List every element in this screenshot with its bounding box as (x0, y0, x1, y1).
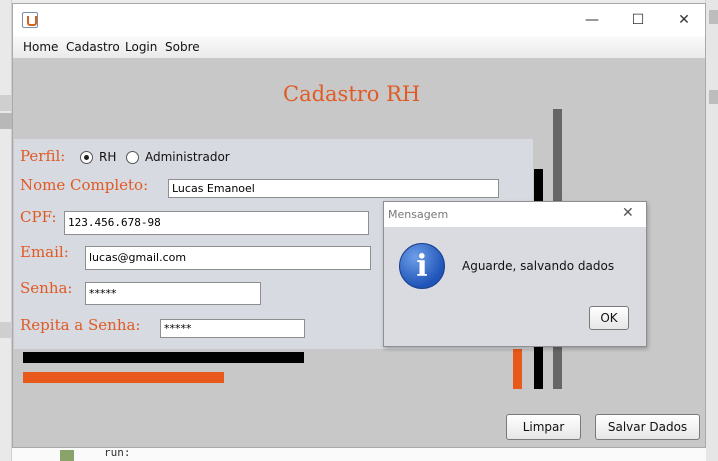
cpf-field[interactable]: 123.456.678-98 (64, 211, 369, 235)
desktop: run: — ☐ ✕ Home Cadastro Login Sobre Cad… (0, 0, 718, 461)
limpar-button[interactable]: Limpar (506, 414, 581, 440)
java-icon (22, 12, 38, 28)
menu-bar: Home Cadastro Login Sobre (13, 36, 705, 58)
dialog-close-icon[interactable]: ✕ (622, 205, 634, 221)
decor-bar-black-horizontal (23, 352, 304, 363)
email-label: Email: (20, 243, 69, 261)
repita-senha-field[interactable]: ***** (160, 319, 305, 338)
radio-administrador-label[interactable]: Administrador (145, 150, 230, 164)
minimize-button[interactable]: — (569, 4, 615, 36)
page-title: Cadastro RH (283, 82, 421, 106)
nome-label: Nome Completo: (20, 176, 149, 194)
ide-tab (0, 322, 12, 338)
ide-tab (0, 113, 12, 129)
title-bar[interactable]: — ☐ ✕ (13, 4, 705, 36)
perfil-label: Perfil: (20, 147, 66, 165)
radio-administrador[interactable] (126, 151, 139, 164)
dialog-title-bar[interactable]: Mensagem ✕ (384, 202, 646, 227)
radio-rh-label[interactable]: RH (99, 150, 116, 164)
scroll-thumb[interactable] (709, 90, 718, 104)
salvar-dados-button[interactable]: Salvar Dados (595, 414, 700, 440)
maximize-button[interactable]: ☐ (615, 4, 661, 36)
menu-sobre[interactable]: Sobre (165, 40, 200, 54)
run-icon[interactable] (60, 450, 74, 461)
dialog-title: Mensagem (388, 208, 449, 221)
email-field[interactable]: lucas@gmail.com (85, 246, 371, 270)
ok-button[interactable]: OK (589, 306, 629, 330)
decor-bar-orange-horizontal (23, 372, 224, 383)
radio-rh[interactable] (80, 151, 93, 164)
menu-home[interactable]: Home (23, 40, 58, 54)
close-button[interactable]: ✕ (661, 4, 707, 36)
message-dialog: Mensagem ✕ i Aguarde, salvando dados OK (383, 201, 647, 347)
senha-field[interactable]: ***** (85, 282, 261, 305)
ide-left-gutter (0, 0, 12, 461)
nome-field[interactable]: Lucas Emanoel (168, 179, 499, 198)
ide-tab (0, 95, 12, 111)
cpf-label: CPF: (20, 208, 57, 226)
repita-senha-label: Repita a Senha: (20, 316, 141, 334)
senha-label: Senha: (20, 279, 73, 297)
scroll-thumb[interactable] (709, 10, 718, 24)
menu-cadastro[interactable]: Cadastro (66, 40, 120, 54)
dialog-message: Aguarde, salvando dados (462, 259, 615, 273)
ide-output-panel: run: (12, 446, 706, 461)
ide-right-scrollbar[interactable] (705, 0, 718, 461)
menu-login[interactable]: Login (125, 40, 157, 54)
info-icon: i (399, 243, 445, 289)
